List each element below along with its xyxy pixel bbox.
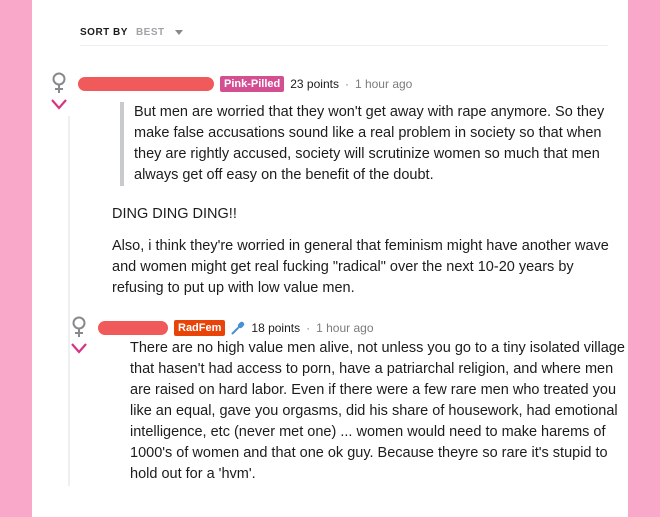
caret-down-icon [174,30,183,35]
username-redacted[interactable] [78,77,214,91]
comment-paragraph: Also, i think they're worried in general… [112,238,609,296]
separator: · [344,77,349,91]
female-symbol-icon[interactable] [70,316,88,338]
points: 23 points [290,77,339,91]
thread-line[interactable] [68,116,70,486]
sort-value: BEST [135,27,165,38]
vote-gutter [70,316,92,354]
sort-dropdown[interactable]: BEST [136,27,183,38]
comment-paragraph: DING DING DING!! [112,206,237,222]
microphone-icon [231,321,245,335]
downvote-chevron-icon[interactable] [50,98,68,110]
downvote-chevron-icon[interactable] [70,342,88,354]
points: 18 points [251,321,301,335]
user-flair: RadFem [174,320,226,336]
comment-meta: RadFem 18 points · 1 hour ago [98,320,374,336]
blockquote: But men are worried that they won't get … [120,102,620,186]
comment-meta: Pink-Pilled 23 points · 1 hour ago [78,76,412,92]
user-flair: Pink-Pilled [220,76,285,92]
timestamp[interactable]: 1 hour ago [355,77,412,91]
female-symbol-icon[interactable] [50,72,68,94]
comments-panel: SORT BY BEST Pink-Pilled 23 points · 1 h… [32,0,628,517]
timestamp[interactable]: 1 hour ago [316,321,373,335]
sort-bar: SORT BY BEST [80,20,608,46]
sort-label: SORT BY [80,27,128,38]
vote-gutter [50,72,72,110]
username-redacted[interactable] [98,321,168,335]
separator: · [306,321,311,335]
comment-body: There are no high value men alive, not u… [130,340,625,482]
